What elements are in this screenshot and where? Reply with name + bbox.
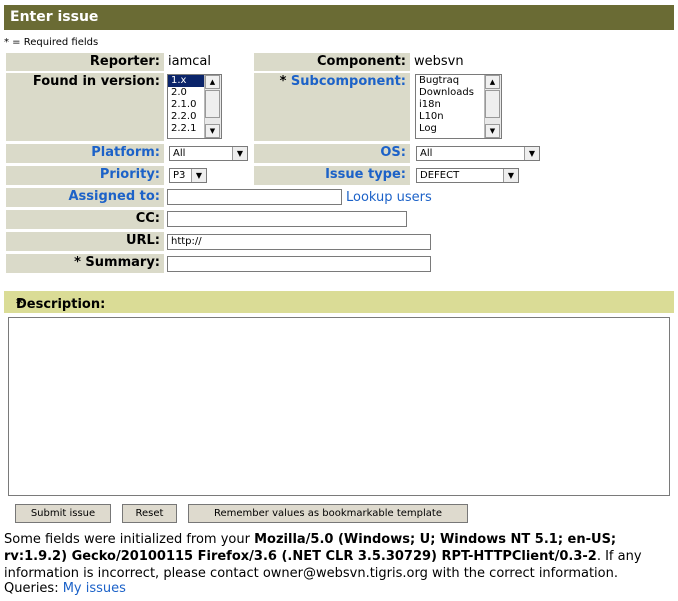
priority-select[interactable]: P3 ▼ xyxy=(169,168,207,183)
scroll-up-icon[interactable]: ▲ xyxy=(205,75,220,89)
summary-label: Summary: xyxy=(85,255,160,270)
queries-line: Queries: My issues xyxy=(4,580,126,597)
url-input[interactable]: http:// xyxy=(167,234,431,250)
queries-label: Queries: xyxy=(4,581,59,596)
subcomponent-listbox[interactable]: Bugtraq Downloads i18n L10n Log ▲ ▼ xyxy=(415,74,502,139)
issue-type-label[interactable]: Issue type: xyxy=(254,166,410,185)
chevron-down-icon[interactable]: ▼ xyxy=(191,169,206,182)
remember-values-button[interactable]: Remember values as bookmarkable template xyxy=(188,504,468,523)
my-issues-link[interactable]: My issues xyxy=(63,581,126,596)
footer-text-1: Some fields were initialized from your xyxy=(4,532,255,547)
os-select-value: All xyxy=(420,148,433,159)
platform-select-value: All xyxy=(173,148,186,159)
cc-label: CC: xyxy=(6,210,164,229)
required-note: * = Required fields xyxy=(4,37,99,48)
description-textarea[interactable] xyxy=(8,317,670,496)
component-label: Component: xyxy=(254,53,410,71)
required-star: * xyxy=(74,255,81,270)
submit-issue-button[interactable]: Submit issue xyxy=(15,504,111,523)
reporter-value: iamcal xyxy=(168,54,211,69)
scrollbar[interactable]: ▲ ▼ xyxy=(484,75,501,138)
platform-select[interactable]: All ▼ xyxy=(169,146,248,161)
chevron-down-icon[interactable]: ▼ xyxy=(524,147,539,160)
required-star: * xyxy=(279,74,287,89)
subcomponent-link[interactable]: Subcomponent: xyxy=(291,74,406,89)
found-in-version-label: Found in version: xyxy=(6,73,164,141)
scroll-thumb[interactable] xyxy=(205,90,220,118)
subcomponent-label-cell: * Subcomponent: xyxy=(254,73,410,141)
page-header: Enter issue xyxy=(4,5,674,30)
scroll-down-icon[interactable]: ▼ xyxy=(205,124,220,138)
os-select[interactable]: All ▼ xyxy=(416,146,540,161)
scroll-down-icon[interactable]: ▼ xyxy=(485,124,500,138)
chevron-down-icon[interactable]: ▼ xyxy=(503,169,518,182)
assigned-to-label[interactable]: Assigned to: xyxy=(6,188,164,207)
priority-label[interactable]: Priority: xyxy=(6,166,164,185)
issue-type-select[interactable]: DEFECT ▼ xyxy=(416,168,519,183)
assigned-to-input[interactable] xyxy=(167,189,342,205)
scrollbar[interactable]: ▲ ▼ xyxy=(204,75,221,138)
description-header: * Description: xyxy=(4,291,674,313)
priority-select-value: P3 xyxy=(173,170,186,181)
platform-label[interactable]: Platform: xyxy=(6,144,164,163)
issue-type-select-value: DEFECT xyxy=(420,170,460,181)
found-in-version-listbox[interactable]: 1.x 2.0 2.1.0 2.2.0 2.2.1 ▲ ▼ xyxy=(167,74,222,139)
lookup-users-link[interactable]: Lookup users xyxy=(346,189,432,206)
page-title: Enter issue xyxy=(10,9,99,25)
reset-button[interactable]: Reset xyxy=(122,504,177,523)
scroll-up-icon[interactable]: ▲ xyxy=(485,75,500,89)
reporter-label: Reporter: xyxy=(6,53,164,71)
component-value: websvn xyxy=(414,54,464,69)
summary-input[interactable] xyxy=(167,256,431,272)
chevron-down-icon[interactable]: ▼ xyxy=(232,147,247,160)
description-label: Description: xyxy=(16,297,106,312)
os-label[interactable]: OS: xyxy=(254,144,410,163)
footer-info: Some fields were initialized from your M… xyxy=(4,531,674,582)
url-label: URL: xyxy=(6,232,164,251)
scroll-thumb[interactable] xyxy=(485,90,500,118)
summary-label-cell: * Summary: xyxy=(6,254,164,273)
cc-input[interactable] xyxy=(167,211,407,227)
